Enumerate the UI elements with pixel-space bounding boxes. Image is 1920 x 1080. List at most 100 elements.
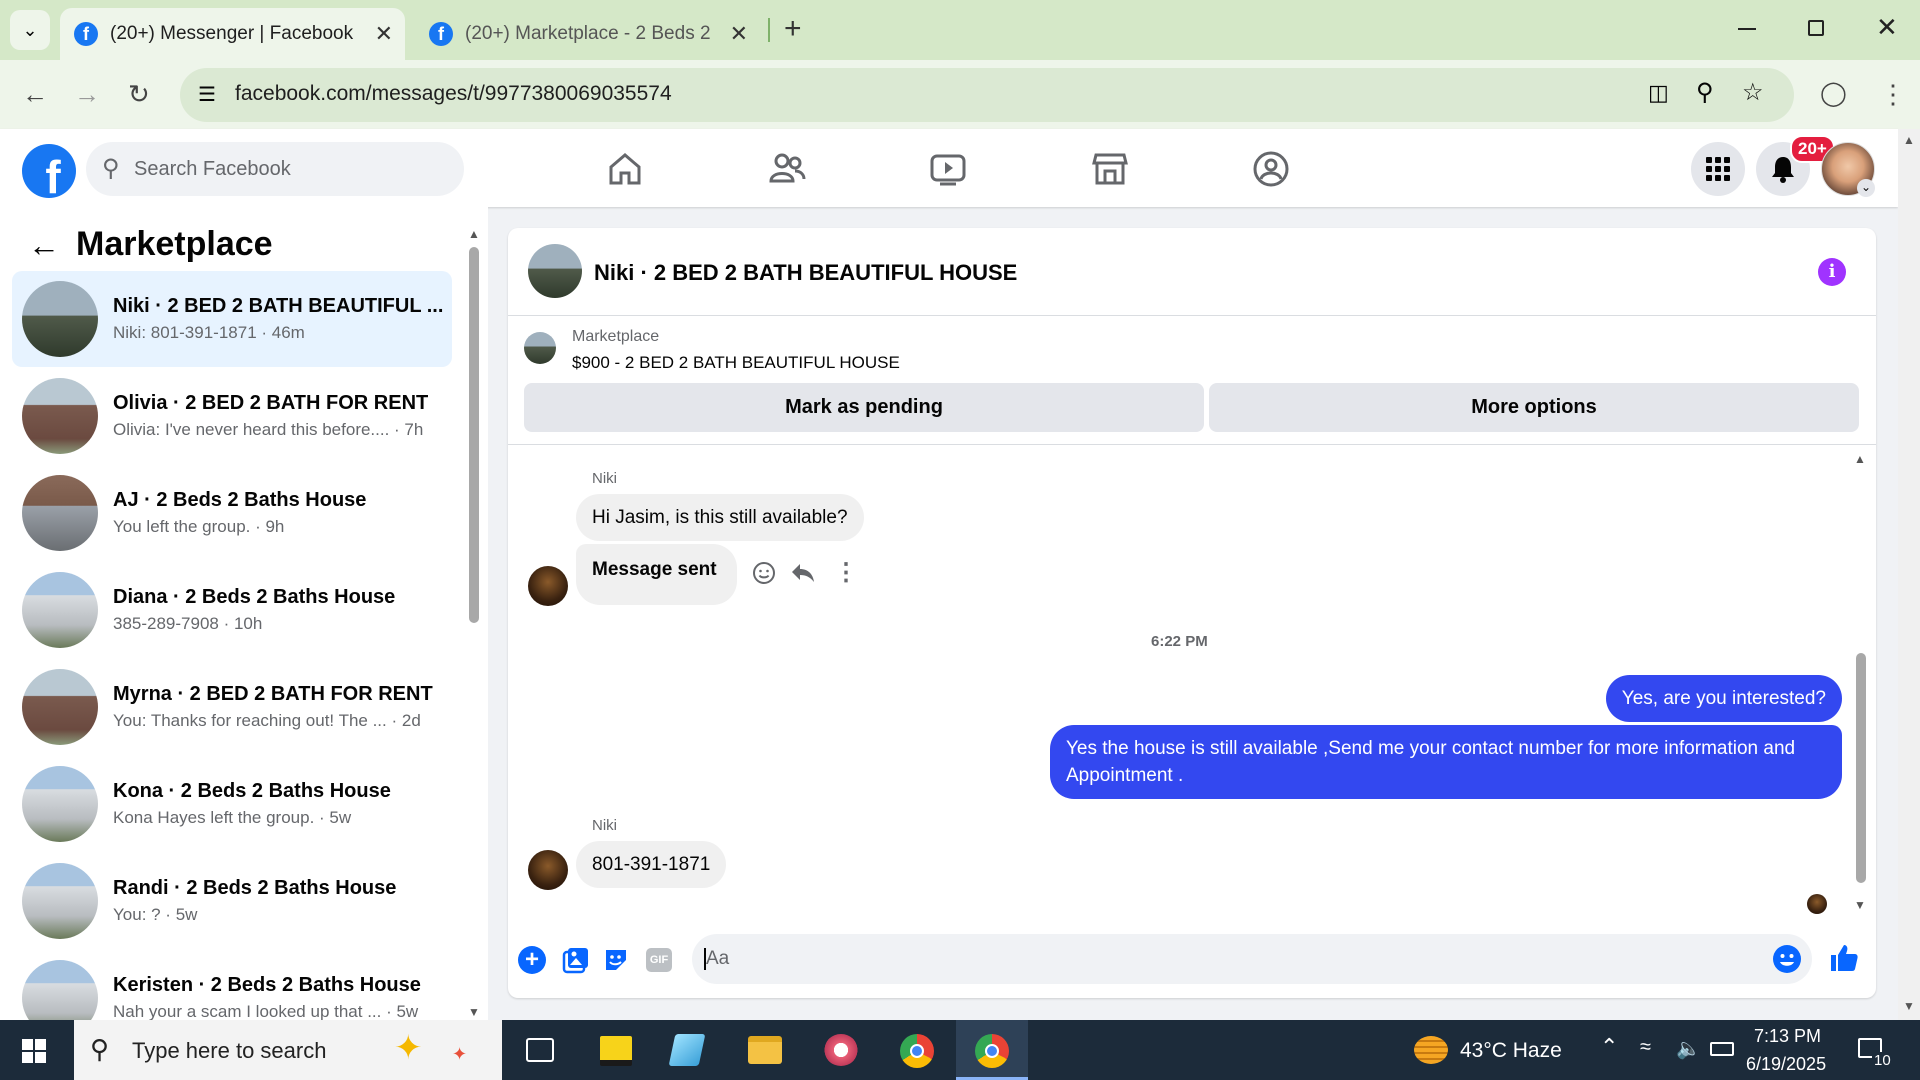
scrollbar-thumb[interactable]	[469, 247, 479, 623]
chat-header-avatar[interactable]	[528, 244, 582, 298]
video-icon[interactable]	[928, 149, 968, 189]
notepad-icon[interactable]	[668, 1034, 706, 1066]
scroll-down-icon[interactable]: ▼	[1854, 898, 1866, 912]
facebook-search-input[interactable]: ⚲ Search Facebook	[86, 142, 464, 196]
file-explorer-icon[interactable]	[748, 1036, 782, 1064]
marketplace-icon[interactable]	[1090, 149, 1130, 189]
clock-time[interactable]: 7:13 PM	[1754, 1026, 1821, 1047]
marketplace-sidebar: ← Marketplace Niki · 2 BED 2 BATH BEAUTI…	[0, 207, 488, 1020]
conversation-item-diana[interactable]: Diana · 2 Beds 2 Baths House 385-289-790…	[12, 562, 452, 658]
url-text[interactable]: facebook.com/messages/t/9977380069035574	[235, 82, 672, 106]
windows-start-icon[interactable]	[22, 1039, 46, 1063]
conversation-item-randi[interactable]: Randi · 2 Beds 2 Baths House You: ? · 5w	[12, 853, 452, 949]
info-icon[interactable]: i	[1818, 258, 1846, 286]
chat-panel: Niki · 2 BED 2 BATH BEAUTIFUL HOUSE i Ma…	[508, 228, 1876, 998]
close-window-icon[interactable]: ✕	[1876, 12, 1898, 43]
conversation-item-niki[interactable]: Niki · 2 BED 2 BATH BEAUTIFUL ... Niki: …	[12, 271, 452, 367]
listing-thumbnail-small	[524, 332, 556, 364]
like-thumb-icon[interactable]	[1828, 942, 1860, 974]
message-outgoing[interactable]: Yes the house is still available ,Send m…	[1050, 725, 1842, 799]
react-smiley-icon[interactable]	[752, 561, 776, 585]
weather-text[interactable]: 43°C Haze	[1460, 1039, 1562, 1063]
listing-title[interactable]: $900 - 2 BED 2 BATH BEAUTIFUL HOUSE	[572, 353, 900, 373]
gif-icon[interactable]: GIF	[646, 948, 672, 972]
conversation-item-kona[interactable]: Kona · 2 Beds 2 Baths House Kona Hayes l…	[12, 756, 452, 852]
conversation-item-aj[interactable]: AJ · 2 Beds 2 Baths House You left the g…	[12, 465, 452, 561]
listing-thumbnail	[22, 378, 98, 454]
scroll-down-icon[interactable]: ▼	[468, 1005, 480, 1019]
chrome-icon[interactable]	[900, 1034, 934, 1068]
groups-icon[interactable]	[1251, 149, 1291, 189]
scrollbar-thumb[interactable]	[1856, 653, 1866, 883]
tab-divider	[768, 18, 770, 42]
seen-receipt-avatar	[1807, 894, 1827, 914]
profile-icon[interactable]: ◯	[1820, 80, 1847, 108]
forward-icon[interactable]: →	[74, 80, 100, 108]
snipping-tool-icon[interactable]	[824, 1034, 858, 1066]
more-options-button[interactable]: More options	[1209, 383, 1859, 432]
wifi-icon[interactable]: ≈	[1640, 1036, 1651, 1059]
close-tab-icon[interactable]: ✕	[730, 21, 748, 47]
conversation-item-myrna[interactable]: Myrna · 2 BED 2 BATH FOR RENT You: Thank…	[12, 659, 452, 755]
back-arrow-icon[interactable]: ←	[28, 227, 60, 264]
install-app-icon[interactable]: ◫	[1648, 80, 1669, 106]
facebook-logo[interactable]: f	[22, 144, 76, 198]
sticker-icon[interactable]	[602, 946, 630, 974]
sender-avatar[interactable]	[528, 850, 568, 890]
weather-icon[interactable]	[1414, 1036, 1448, 1064]
chrome-active-icon[interactable]	[956, 1020, 1028, 1080]
reload-icon[interactable]: ↻	[128, 80, 150, 108]
conversation-name: AJ · 2 Beds 2 Baths House	[113, 489, 367, 511]
close-tab-icon[interactable]: ✕	[375, 21, 393, 47]
page-scrollbar[interactable]: ▲ ▼	[1898, 129, 1920, 1020]
restore-icon[interactable]	[1808, 20, 1824, 36]
chevron-up-icon[interactable]: ⌃	[1600, 1034, 1618, 1060]
conversation-name: Olivia · 2 BED 2 BATH FOR RENT	[113, 392, 429, 414]
more-actions-icon[interactable]: ⋮	[834, 558, 858, 587]
conversation-name: Keristen · 2 Beds 2 Baths House	[113, 974, 421, 996]
conversation-item-olivia[interactable]: Olivia · 2 BED 2 BATH FOR RENT Olivia: I…	[12, 368, 452, 464]
battery-icon[interactable]	[1710, 1042, 1734, 1056]
new-tab-icon[interactable]: +	[784, 12, 802, 46]
mark-as-pending-button[interactable]: Mark as pending	[524, 383, 1204, 432]
chat-title[interactable]: Niki · 2 BED 2 BATH BEAUTIFUL HOUSE	[594, 260, 1017, 286]
sidebar-scrollbar[interactable]: ▲ ▼	[468, 227, 480, 1020]
message-input[interactable]: Aa	[692, 934, 1812, 984]
tab-messenger[interactable]: f (20+) Messenger | Facebook ✕	[60, 8, 405, 60]
scroll-down-icon[interactable]: ▼	[1903, 999, 1915, 1013]
emoji-icon[interactable]	[1772, 944, 1802, 974]
message-incoming[interactable]: Hi Jasim, is this still available?	[576, 494, 864, 541]
home-icon[interactable]	[605, 149, 645, 189]
taskbar-search-placeholder: Type here to search	[132, 1038, 327, 1063]
sender-avatar[interactable]	[528, 566, 568, 606]
sticky-notes-icon[interactable]	[600, 1036, 632, 1066]
tab-marketplace[interactable]: f (20+) Marketplace - 2 Beds 2 Ba ✕	[415, 8, 760, 60]
message-incoming[interactable]: 801-391-1871	[576, 841, 727, 888]
bookmark-star-icon[interactable]: ☆	[1742, 78, 1764, 107]
conversation-item-keristen[interactable]: Keristen · 2 Beds 2 Baths House Nah your…	[12, 950, 452, 1020]
minimize-icon[interactable]	[1738, 28, 1756, 30]
friends-icon[interactable]	[767, 149, 807, 189]
taskbar-search-box[interactable]: ⚲ Type here to search ✦ ✦	[74, 1020, 502, 1080]
add-attachment-icon[interactable]: +	[518, 946, 546, 974]
message-outgoing[interactable]: Yes, are you interested?	[1605, 675, 1842, 722]
menu-icon[interactable]: ⋮	[1880, 80, 1906, 108]
menu-grid-button[interactable]	[1691, 142, 1745, 196]
chevron-down-icon[interactable]: ⌄	[1857, 179, 1875, 197]
listing-thumbnail	[22, 281, 98, 357]
back-icon[interactable]: ←	[22, 80, 48, 108]
photo-icon[interactable]	[562, 946, 590, 974]
tab-search-button[interactable]: ⌄	[10, 10, 50, 50]
scroll-up-icon[interactable]: ▲	[1903, 133, 1915, 147]
clock-date[interactable]: 6/19/2025	[1746, 1054, 1826, 1075]
zoom-icon[interactable]: ⚲	[1696, 78, 1714, 107]
conversation-preview: Nah your a scam I looked up that ... · 5…	[113, 1002, 419, 1020]
scroll-up-icon[interactable]: ▲	[468, 227, 480, 241]
address-bar[interactable]: ☰ facebook.com/messages/t/99773800690355…	[180, 68, 1794, 122]
task-view-icon[interactable]	[526, 1038, 554, 1062]
reply-icon[interactable]	[790, 561, 816, 585]
scroll-up-icon[interactable]: ▲	[1854, 452, 1866, 466]
site-info-icon[interactable]: ☰	[198, 82, 216, 107]
volume-icon[interactable]: 🔈	[1676, 1036, 1701, 1061]
message-sent-notice[interactable]: Message sent	[576, 544, 737, 605]
